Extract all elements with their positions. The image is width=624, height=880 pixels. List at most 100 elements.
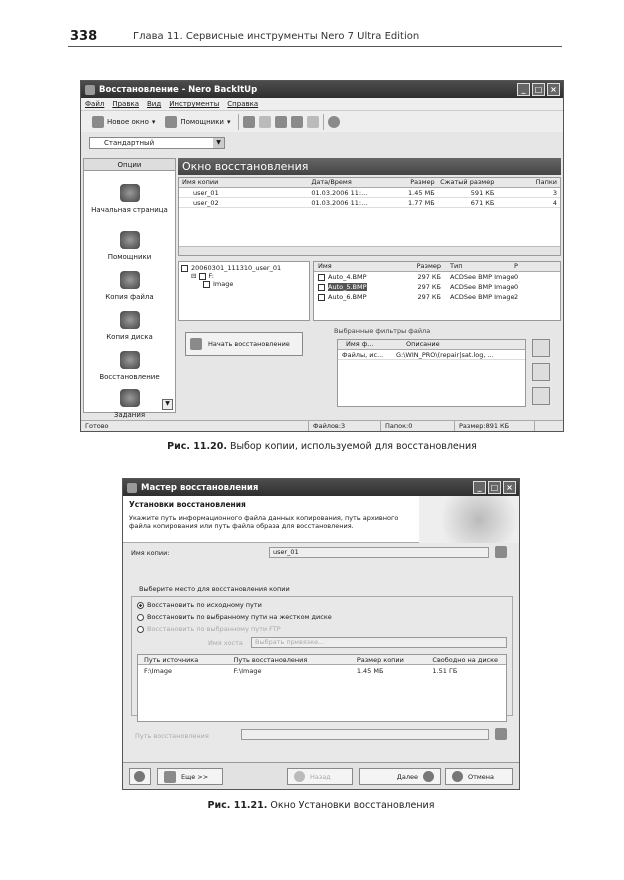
sidebar-item-file-copy[interactable]: Копия файла (84, 265, 175, 305)
edit-icon[interactable] (274, 115, 287, 128)
checkbox[interactable] (198, 272, 206, 280)
sidebar-item-disk-copy[interactable]: Копия диска (84, 305, 175, 345)
table-row[interactable]: F:\Image F:\Image 1.45 МБ 1.51 ГБ (138, 665, 506, 676)
list-item[interactable]: Auto_4.BMP 297 КБ ACDSee BMP Image 0 (314, 272, 560, 282)
radio-ftp-path[interactable]: Восстановить по выбранному пути FTP (137, 625, 281, 633)
checkbox[interactable] (318, 283, 325, 291)
column-header[interactable]: Имя копии (179, 178, 308, 187)
minimize-button[interactable]: _ (517, 83, 530, 96)
wizard-description: Укажите путь информационного файла данны… (129, 514, 399, 530)
list-item[interactable]: Auto_5.BMP 297 КБ ACDSee BMP Image 0 (314, 282, 560, 292)
checkbox[interactable] (318, 273, 325, 281)
host-select[interactable]: Выбрать привязке... (251, 637, 507, 648)
minimize-button[interactable]: _ (473, 481, 486, 494)
column-header[interactable]: Свободно на диске (428, 656, 506, 664)
checkbox[interactable] (181, 264, 188, 272)
title-bar[interactable]: Восстановление - Nero BackItUp _ □ × (81, 81, 563, 98)
column-header[interactable]: Р (514, 262, 554, 271)
new-window-label: Новое окно (107, 117, 149, 126)
checkbox[interactable] (318, 293, 325, 301)
cell: 2 (514, 293, 519, 301)
menu-edit[interactable]: Правка (112, 100, 139, 108)
menu-file[interactable]: Файл (85, 100, 104, 108)
sidebar-item-helpers[interactable]: Помощники (84, 218, 175, 265)
close-button[interactable]: × (503, 481, 516, 494)
scroll-down-button[interactable]: ▼ (162, 399, 173, 410)
cell: 0 (514, 283, 519, 291)
app-icon (127, 482, 137, 493)
column-header[interactable]: Размер копии (353, 656, 429, 664)
chevron-down-icon[interactable]: ▼ (213, 138, 224, 148)
table-row[interactable]: Файлы, ис... G:\WIN_PRO\(repair|sat.log,… (338, 350, 525, 360)
menu-view[interactable]: Вид (147, 100, 161, 108)
table-row[interactable]: user_01 01.03.2006 11:... 1.45 МБ 591 КБ… (179, 188, 560, 198)
title-bar[interactable]: Мастер восстановления _ □ × (123, 479, 519, 496)
cancel-button[interactable]: Отмена (445, 768, 513, 785)
copies-table: Имя копии Дата/Время Размер Сжатый разме… (178, 177, 561, 256)
file-size: 297 КБ (417, 293, 441, 301)
search-icon[interactable] (306, 115, 319, 128)
delete-icon[interactable] (258, 115, 271, 128)
column-header[interactable]: Описание (386, 340, 440, 349)
sidebar-item-home[interactable]: Начальная страница (84, 171, 175, 218)
back-button[interactable]: Назад (287, 768, 353, 785)
tree-label: 20060301_111310_user_01 (191, 264, 282, 272)
remove-filter-icon[interactable] (532, 387, 550, 405)
info-icon[interactable] (327, 115, 340, 128)
toolbar: Новое окно ▾ Помощники ▾ (81, 110, 563, 132)
radio-label: Восстановить по выбранному пути FTP (147, 625, 281, 633)
radio-label: Восстановить по выбранному пути на жестк… (147, 613, 332, 621)
files-list: Имя Размер Тип Р Auto_4.BMP 297 КБ ACDSee … (313, 261, 561, 321)
column-header[interactable]: Путь источника (138, 656, 230, 664)
tree-item[interactable]: 20060301_111310_user_01 (181, 264, 307, 272)
cell: 0 (514, 273, 519, 281)
more-button[interactable]: Еще >> (157, 768, 223, 785)
add-filter-icon[interactable] (532, 339, 550, 357)
radio-original-path[interactable]: Восстановить по исходному пути (137, 601, 262, 609)
column-header[interactable]: Папки (497, 178, 560, 187)
restore-path-field[interactable] (241, 729, 489, 740)
file-name: Auto_4.BMP (328, 273, 367, 281)
column-header[interactable]: Сжатый размер (438, 178, 498, 187)
export-icon[interactable] (242, 115, 255, 128)
helpers-button[interactable]: Помощники ▾ (162, 114, 233, 130)
column-header[interactable]: Имя ф... (338, 340, 386, 349)
copy-name-label: Имя копии: (131, 549, 170, 557)
maximize-button[interactable]: □ (532, 83, 545, 96)
settings-icon[interactable] (290, 115, 303, 128)
view-combo[interactable]: Стандартный ▼ (89, 137, 225, 149)
sidebar-item-label: Копия файла (105, 293, 154, 301)
list-item[interactable]: Auto_6.BMP 297 КБ ACDSee BMP Image 2 (314, 292, 560, 302)
new-window-button[interactable]: Новое окно ▾ (89, 114, 158, 130)
edit-filter-icon[interactable] (532, 363, 550, 381)
status-folders: Папок:0 (381, 420, 455, 431)
browse-icon[interactable] (495, 728, 507, 740)
column-header[interactable]: Дата/Время (308, 178, 398, 187)
copy-name-field[interactable]: user_01 (269, 547, 489, 558)
column-header[interactable]: Путь восстановления (230, 656, 353, 664)
file-size: 297 КБ (417, 273, 441, 281)
close-button[interactable]: × (547, 83, 560, 96)
help-button[interactable] (129, 768, 151, 785)
horizontal-scrollbar[interactable] (179, 246, 560, 255)
column-header[interactable]: Размер (414, 262, 444, 271)
table-row[interactable]: user_02 01.03.2006 11:... 1.77 МБ 671 КБ… (179, 198, 560, 208)
tree-item[interactable]: ⊟ F: (181, 272, 307, 280)
radio-disk-path[interactable]: Восстановить по выбранному пути на жестк… (137, 613, 332, 621)
column-header[interactable]: Тип (444, 262, 514, 271)
maximize-button[interactable]: □ (488, 481, 501, 494)
browse-icon[interactable] (495, 546, 507, 558)
sidebar-item-label: Начальная страница (91, 206, 168, 214)
column-header[interactable]: Размер (398, 178, 438, 187)
file-name: Auto_6.BMP (328, 293, 367, 301)
column-header[interactable]: Имя (314, 262, 414, 271)
checkbox[interactable] (203, 280, 210, 288)
next-button[interactable]: Далее (359, 768, 441, 785)
home-icon (119, 184, 140, 202)
tree-item[interactable]: Image (181, 280, 307, 288)
menu-tools[interactable]: Инструменты (169, 100, 219, 108)
table-header: Имя копии Дата/Время Размер Сжатый разме… (179, 178, 560, 188)
menu-help[interactable]: Справка (227, 100, 258, 108)
start-restore-button[interactable]: Начать восстановление (185, 332, 303, 356)
sidebar-item-restore[interactable]: Восстановление (84, 345, 175, 385)
